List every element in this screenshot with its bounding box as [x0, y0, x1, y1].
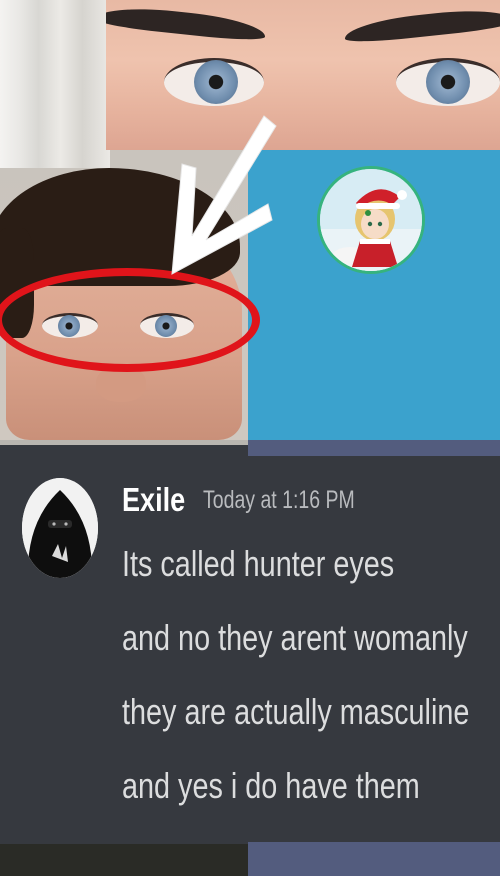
anime-santa-avatar[interactable] — [317, 166, 425, 274]
message-timestamp: Today at 1:16 PM — [203, 486, 355, 514]
sender-avatar[interactable] — [22, 478, 98, 578]
hooded-figure-avatar — [22, 478, 98, 578]
left-eyebrow — [106, 3, 267, 43]
bottom-slate-strip — [248, 842, 500, 876]
message-line: and no they arent womanly — [122, 617, 468, 658]
message-line: they are actually masculine — [122, 691, 470, 732]
right-iris — [426, 60, 470, 104]
red-highlight-circle — [0, 268, 260, 372]
left-iris — [194, 60, 238, 104]
left-eye — [164, 58, 264, 106]
message-line: and yes i do have them — [122, 765, 420, 806]
message-username[interactable]: Exile — [122, 481, 185, 519]
right-eye — [396, 58, 500, 106]
white-arrow-icon — [171, 115, 277, 275]
right-eyebrow — [343, 5, 500, 45]
anime-avatar-graphic — [320, 169, 422, 271]
eyes-closeup-photo — [106, 0, 500, 150]
bottom-dark-strip — [0, 844, 248, 876]
message-line: Its called hunter eyes — [122, 543, 395, 584]
profile-banner-strip — [248, 440, 500, 456]
